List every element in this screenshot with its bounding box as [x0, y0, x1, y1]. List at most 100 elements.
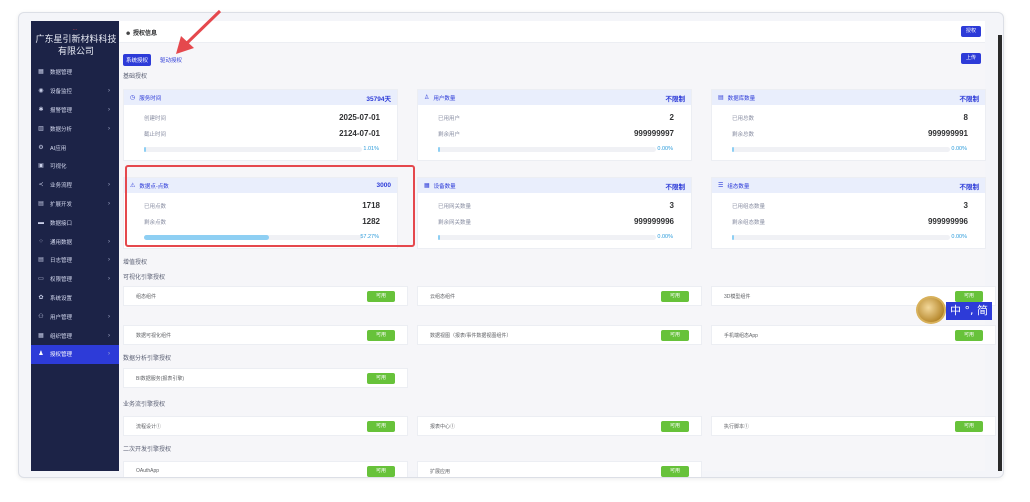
row-label: 剩余网关数量	[438, 220, 472, 226]
sidebar-item-label: 可视化	[50, 164, 67, 171]
module-status-badge[interactable]: 可用	[367, 373, 395, 384]
sidebar-item-10[interactable]: ▤ 日志管理 ›	[31, 251, 119, 270]
apps-icon: ⁘	[38, 238, 44, 245]
section-workflow: 业务流引擎授权	[123, 402, 166, 408]
authorize-button[interactable]: 授权	[961, 26, 981, 37]
card-row: 已用总数 8	[732, 113, 968, 122]
sidebar-item-label: 数据接口	[50, 220, 73, 227]
module-item: 组态组件 可用	[123, 286, 408, 306]
user-icon: ♙	[424, 95, 430, 101]
sidebar-item-0[interactable]: ▦ 数据管理	[31, 63, 119, 82]
section-dev: 二次开发引擎授权	[123, 447, 172, 453]
card-row: 剩余网关数量 999999996	[438, 217, 674, 226]
progress-bar	[732, 235, 950, 240]
ime-toolbar[interactable]: 中 °, 简	[916, 294, 996, 324]
logo: ...	[72, 26, 78, 32]
sidebar-item-1[interactable]: ◉ 设备监控 ›	[31, 82, 119, 101]
sidebar-item-6[interactable]: ≺ 业务流程 ›	[31, 176, 119, 195]
sidebar-item-15[interactable]: ♟ 授权管理 ›	[31, 344, 119, 364]
card-title: 组态数量	[727, 183, 750, 190]
company-name: 广东星引新材料科技有限公司	[35, 34, 117, 56]
chevron-right-icon: ›	[108, 257, 110, 264]
sidebar-item-9[interactable]: ⁘ 通用数据 ›	[31, 232, 119, 251]
log-icon: ▤	[38, 257, 44, 264]
card-row: 截止时间 2124-07-01	[144, 129, 380, 138]
card-total: 不限制	[959, 183, 980, 191]
card-row: 剩余组态数量 999999996	[732, 217, 968, 226]
chevron-right-icon: ›	[108, 313, 110, 320]
sidebar-menu: ▦ 数据管理 ◉ 设备监控 › ✱ 报警管理 › ▥ 数据分析 › ⚙ AI应用 ▣ 可视化 ≺ 业务流程 › ▤ 扩…	[31, 63, 119, 364]
progress-fill	[438, 147, 441, 152]
module-name: 组态组件	[136, 294, 157, 300]
sidebar-item-13[interactable]: ⚇ 用户管理 ›	[31, 307, 119, 326]
sidebar-item-label: 报警管理	[50, 107, 73, 114]
row-label: 剩余用户	[438, 132, 461, 138]
topbar: ☻ 授权信息 授权	[119, 21, 985, 43]
module-status-badge[interactable]: 可用	[367, 466, 395, 477]
module-status-badge[interactable]: 可用	[955, 330, 983, 341]
row-label: 已用组态数量	[732, 204, 766, 210]
upload-button[interactable]: 上传	[961, 53, 981, 64]
module-status-badge[interactable]: 可用	[661, 330, 689, 341]
chevron-right-icon: ›	[108, 88, 110, 95]
row-value: 999999997	[633, 129, 674, 138]
progress-percent: 0.00%	[951, 146, 967, 152]
module-item: OAuthApp 可用	[123, 461, 408, 477]
module-status-badge[interactable]: 可用	[661, 291, 689, 302]
chevron-right-icon: ›	[108, 106, 110, 113]
progress-percent: 0.00%	[657, 234, 673, 240]
module-status-badge[interactable]: 可用	[367, 291, 395, 302]
row-label: 已用总数	[732, 116, 755, 122]
sidebar-item-4[interactable]: ⚙ AI应用	[31, 138, 119, 157]
sidebar-item-5[interactable]: ▣ 可视化	[31, 157, 119, 176]
row-value: 999999991	[927, 129, 968, 138]
row-label: 已用网关数量	[438, 204, 472, 210]
module-status-badge[interactable]: 可用	[955, 421, 983, 432]
row-value: 2025-07-01	[339, 113, 380, 122]
screen-icon: ▣	[38, 163, 44, 170]
module-status-badge[interactable]: 可用	[367, 421, 395, 432]
module-item: 数据视图（报表/事件数据视图组件） 可用	[417, 325, 702, 345]
card-header: ♙ 用户数量 不限制	[418, 90, 691, 105]
card-total: 不限制	[665, 183, 686, 191]
progress-percent: 0.00%	[951, 234, 967, 240]
sidebar-item-label: 用户管理	[50, 314, 73, 321]
sidebar-item-label: 日志管理	[50, 258, 73, 265]
person-icon: ☻	[125, 31, 133, 37]
card-total: 不限制	[959, 95, 980, 103]
row-value: 999999996	[633, 217, 674, 226]
sidebar-item-7[interactable]: ▤ 扩展开发 ›	[31, 195, 119, 214]
chevron-right-icon: ›	[108, 200, 110, 207]
card-total: 35794天	[366, 95, 391, 103]
sidebar-item-12[interactable]: ✿ 系统设置	[31, 289, 119, 308]
module-status-badge[interactable]: 可用	[661, 421, 689, 432]
module-name: BI数据服务(报表引擎)	[136, 376, 185, 382]
users-icon: ⚇	[38, 313, 44, 320]
sidebar-item-11[interactable]: ▭ 权限管理 ›	[31, 270, 119, 289]
progress-fill	[732, 147, 735, 152]
license-card: ◷ 服务时间 35794天 创建时间 2025-07-01 截止时间 2124-07-01 1…	[123, 89, 398, 161]
tab-system-license[interactable]: 系统授权	[123, 54, 152, 66]
page-title: ☻ 授权信息	[125, 28, 157, 37]
chart-icon: ▥	[38, 125, 44, 132]
api-icon: ▬	[38, 219, 44, 226]
row-value: 8	[963, 113, 968, 122]
list-icon: ☰	[718, 183, 724, 189]
ime-status[interactable]: 中 °, 简	[946, 302, 992, 320]
row-value: 3	[669, 201, 674, 210]
sidebar-item-8[interactable]: ▬ 数据接口	[31, 213, 119, 232]
scrollbar[interactable]	[998, 35, 1002, 471]
chevron-right-icon: ›	[108, 351, 110, 358]
module-status-badge[interactable]: 可用	[661, 466, 689, 477]
sidebar-item-3[interactable]: ▥ 数据分析 ›	[31, 119, 119, 138]
sidebar-item-label: 通用数据	[50, 239, 73, 246]
sidebar-item-2[interactable]: ✱ 报警管理 ›	[31, 101, 119, 120]
module-status-badge[interactable]: 可用	[367, 330, 395, 341]
sidebar-item-label: 系统设置	[50, 295, 73, 302]
sidebar-item-14[interactable]: ▦ 组织管理 ›	[31, 326, 119, 345]
card-header: ☰ 组态数量 不限制	[712, 178, 985, 193]
card-total: 不限制	[665, 95, 686, 103]
chevron-right-icon: ›	[108, 276, 110, 283]
module-name: 手机端组态App	[724, 333, 758, 339]
section-data-analysis: 数据分析引擎授权	[123, 356, 172, 362]
